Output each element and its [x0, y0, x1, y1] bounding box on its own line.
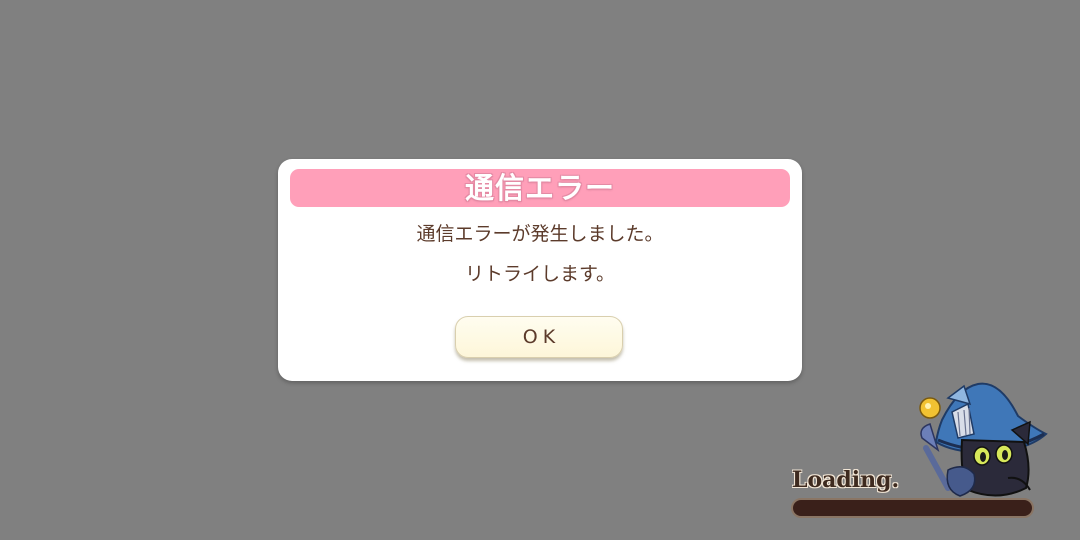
screen: 通信エラー 通信エラーが発生しました。 リトライします。 OK Loading.: [0, 0, 1080, 540]
error-dialog: 通信エラー 通信エラーが発生しました。 リトライします。 OK: [278, 159, 802, 381]
ok-button-label: OK: [522, 325, 561, 348]
dialog-message-line1: 通信エラーが発生しました。: [416, 223, 664, 245]
black-cat-wizard-icon: [919, 382, 1048, 497]
loading-progress-bar: [791, 498, 1034, 518]
dialog-title: 通信エラー: [464, 170, 615, 205]
dialog-header: 通信エラー: [290, 169, 790, 207]
ok-button[interactable]: OK: [455, 316, 623, 358]
dialog-message-line2: リトライします。: [464, 263, 616, 285]
loading-label: Loading.: [792, 467, 900, 493]
